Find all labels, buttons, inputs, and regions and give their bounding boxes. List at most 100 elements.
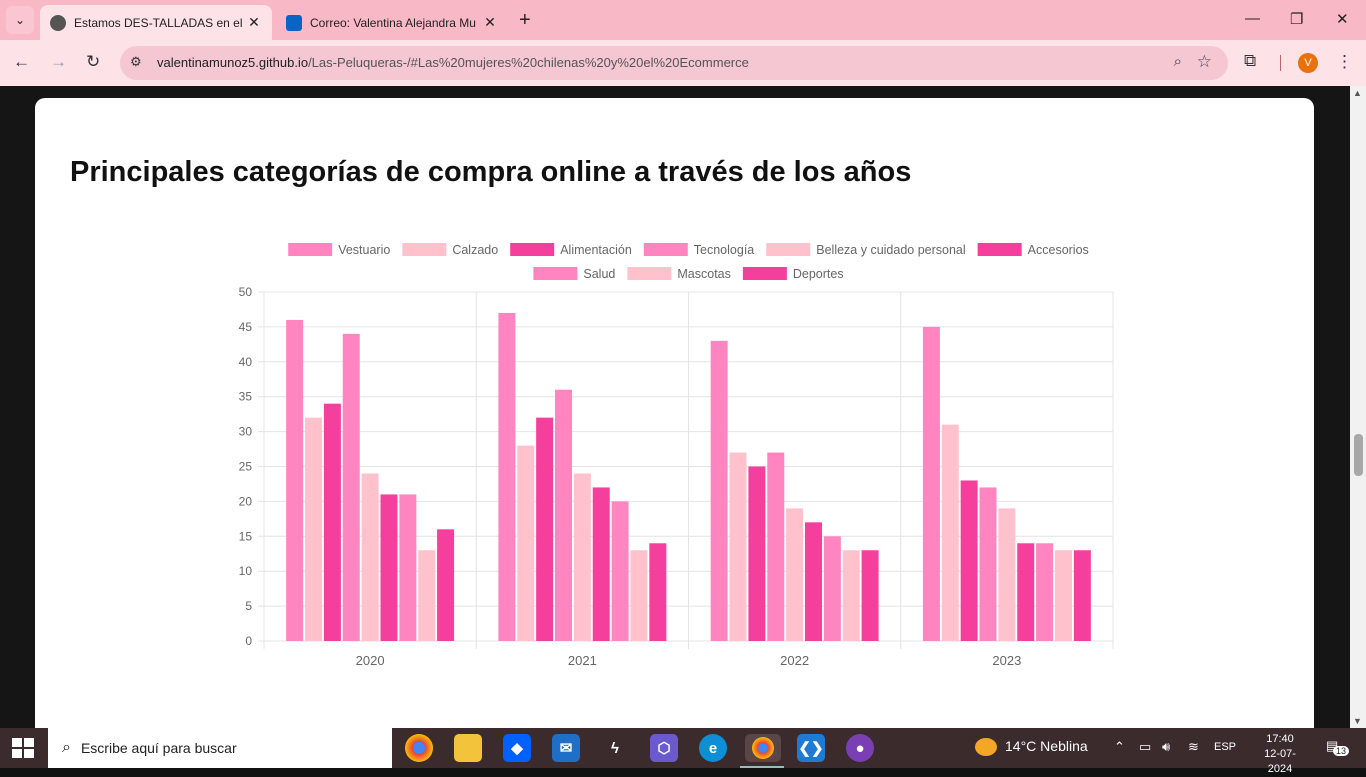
legend-swatch <box>402 243 447 256</box>
chevron-down-icon: ⌄ <box>14 13 26 27</box>
lightning-app-icon[interactable]: ϟ <box>601 734 629 762</box>
url-text[interactable]: valentinamunoz5.github.io/Las-Peluqueras… <box>157 55 749 70</box>
bar-2022-4 <box>786 508 804 641</box>
browser-toolbar: ← → ↻ ⚙ valentinamunoz5.github.io/Las-Pe… <box>0 40 1366 86</box>
y-tick-label: 15 <box>239 529 253 543</box>
language-indicator[interactable]: ESP <box>1214 741 1236 753</box>
volume-icon[interactable]: 🔊︎ <box>1162 739 1170 755</box>
y-tick-label: 35 <box>239 390 253 404</box>
clock[interactable]: 17:40 12-07-2024 <box>1254 732 1306 777</box>
legend-swatch <box>742 267 787 280</box>
forward-arrow-icon[interactable]: → <box>50 52 67 72</box>
page-viewport: Principales categorías de compra online … <box>0 86 1350 738</box>
legend-label: Alimentación <box>560 243 632 257</box>
bar-2021-0 <box>498 312 516 641</box>
chrome-icon[interactable] <box>405 734 433 762</box>
bar-2021-3 <box>555 389 572 641</box>
x-tick-label: 2022 <box>780 653 809 668</box>
close-window-button[interactable]: ✕ <box>1336 10 1349 28</box>
minimize-button[interactable]: — <box>1245 10 1260 27</box>
profile-avatar[interactable]: V <box>1298 53 1318 73</box>
x-tick-label: 2021 <box>568 653 597 668</box>
bar-2021-7 <box>630 550 648 641</box>
chevron-up-icon[interactable]: ⌃ <box>1114 739 1125 755</box>
dropbox-icon[interactable]: ◆ <box>503 734 531 762</box>
y-tick-label: 20 <box>239 494 253 508</box>
scroll-up-icon[interactable]: ▲ <box>1353 88 1362 98</box>
bar-2020-3 <box>342 333 360 641</box>
legend-label: Belleza y cuidado personal <box>816 243 965 257</box>
legend-swatch <box>977 243 1022 256</box>
bar-2023-5 <box>1017 543 1035 641</box>
edge-icon[interactable]: e <box>699 734 727 762</box>
bar-2023-0 <box>922 326 940 641</box>
legend-swatch <box>533 267 578 280</box>
bar-2023-7 <box>1054 550 1072 641</box>
tab-correo[interactable]: Correo: Valentina Alejandra Mu ✕ <box>276 5 508 40</box>
notifications-icon[interactable]: ▤ 13 <box>1326 738 1350 758</box>
tab-search-button[interactable]: ⌄ <box>6 6 34 34</box>
copilot-icon[interactable]: ⬡ <box>650 734 678 762</box>
github-icon[interactable]: ● <box>846 734 874 762</box>
search-icon: ⌕ <box>62 739 71 756</box>
menu-kebab-icon[interactable]: ⋮ <box>1336 52 1353 72</box>
bar-chart: 0 5 10 15 20 25 30 35 40 45 50 2020 2021 2022 2023 Vest… <box>239 243 1114 668</box>
chrome-active-icon[interactable] <box>745 734 781 762</box>
close-tab-icon[interactable]: ✕ <box>482 14 498 31</box>
bar-2020-1 <box>305 417 323 641</box>
bar-2021-6 <box>611 501 629 641</box>
legend-swatch <box>627 267 672 280</box>
y-tick-label: 30 <box>239 425 253 439</box>
reload-icon[interactable]: ↻ <box>86 52 100 72</box>
bar-2022-2 <box>748 466 766 641</box>
scroll-down-icon[interactable]: ▼ <box>1353 716 1362 726</box>
bar-2020-2 <box>323 403 341 641</box>
battery-icon[interactable]: ▭ <box>1139 739 1151 755</box>
restore-button[interactable]: ❐ <box>1290 10 1303 28</box>
bar-2023-1 <box>941 424 959 641</box>
legend-swatch <box>766 243 811 256</box>
bar-2020-4 <box>361 473 379 641</box>
page-scrollbar[interactable]: ▲ ▼ <box>1350 86 1366 728</box>
back-arrow-icon[interactable]: ← <box>13 52 30 72</box>
bar-2020-6 <box>399 494 417 641</box>
bar-2023-8 <box>1073 550 1091 641</box>
tab-destalladas[interactable]: Estamos DES-TALLADAS en el E ✕ <box>40 5 272 40</box>
close-tab-icon[interactable]: ✕ <box>246 14 262 31</box>
bar-2020-8 <box>437 529 455 641</box>
windows-taskbar: ⌕ Escribe aquí para buscar ◆ ✉ ϟ ⬡ e ❮❯ … <box>0 728 1366 775</box>
legend-label: Accesorios <box>1028 243 1089 257</box>
outlook-icon <box>286 14 302 31</box>
bookmark-star-icon[interactable]: ☆ <box>1197 52 1212 72</box>
bar-2022-0 <box>710 340 728 641</box>
legend-label: Vestuario <box>338 243 390 257</box>
address-bar[interactable]: ⚙ valentinamunoz5.github.io/Las-Peluquer… <box>120 46 1228 80</box>
content-card: Principales categorías de compra online … <box>35 98 1314 738</box>
mail-icon[interactable]: ✉ <box>552 734 580 762</box>
bar-2022-3 <box>767 452 785 641</box>
scrollbar-thumb[interactable] <box>1354 434 1363 476</box>
file-explorer-icon[interactable] <box>454 734 482 762</box>
vscode-icon[interactable]: ❮❯ <box>797 734 825 762</box>
bar-2021-5 <box>592 487 610 641</box>
weather-widget[interactable]: 14°C Neblina <box>975 738 1088 757</box>
site-settings-icon[interactable]: ⚙ <box>130 54 148 72</box>
taskbar-search-input[interactable]: ⌕ Escribe aquí para buscar <box>48 728 392 768</box>
globe-icon <box>50 14 66 31</box>
zoom-icon[interactable]: ⌕ <box>1174 53 1182 70</box>
legend-swatch <box>510 243 555 256</box>
clock-date: 12-07-2024 <box>1264 748 1296 775</box>
bar-2023-2 <box>960 480 978 641</box>
wifi-icon[interactable]: ≋ <box>1188 739 1199 755</box>
legend-label: Deportes <box>793 267 844 281</box>
clock-time: 17:40 <box>1266 733 1294 745</box>
legend-label: Calzado <box>452 243 498 257</box>
bar-2022-6 <box>823 536 841 641</box>
extensions-puzzle-icon[interactable]: ⧉ <box>1244 51 1256 71</box>
y-tick-label: 25 <box>239 460 253 474</box>
new-tab-button[interactable]: + <box>519 9 531 32</box>
windows-start-icon[interactable] <box>12 738 34 758</box>
weather-fog-icon <box>975 738 997 757</box>
toolbar-divider <box>1280 55 1281 71</box>
legend-swatch <box>288 243 333 256</box>
